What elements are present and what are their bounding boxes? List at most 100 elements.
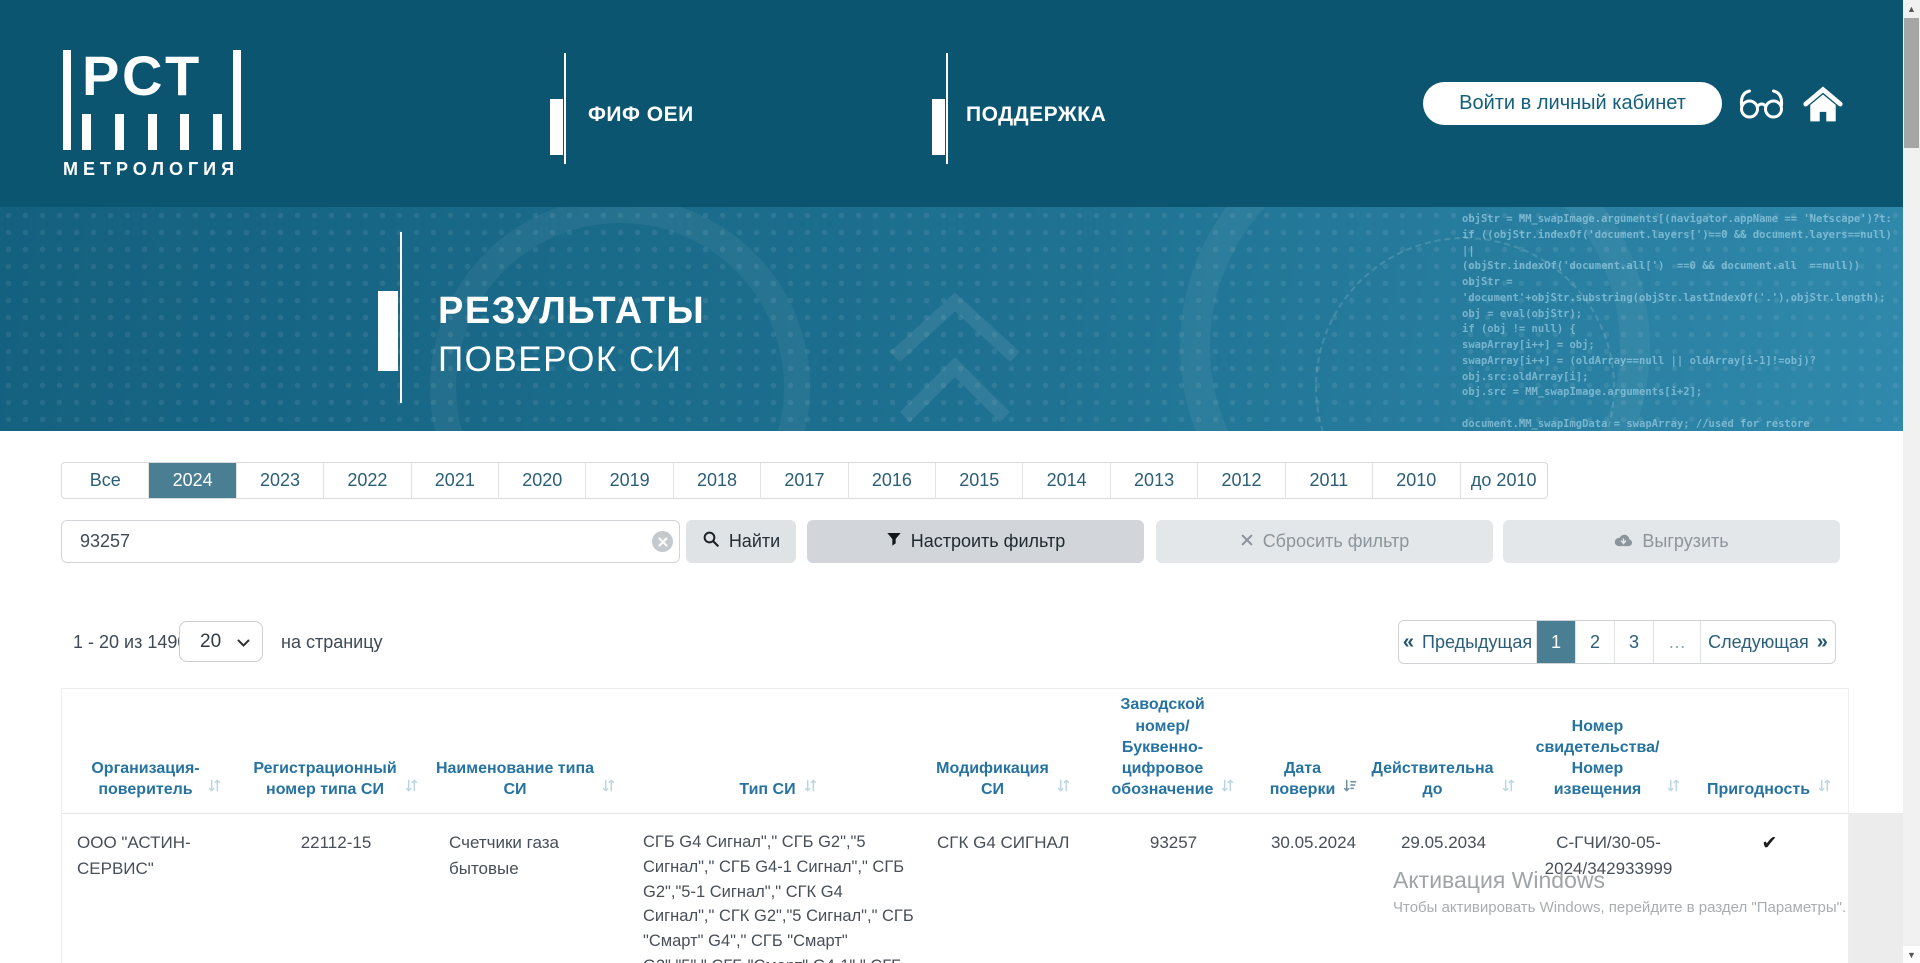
year-tab-2016[interactable]: 2016 — [849, 463, 936, 498]
reset-filter-button[interactable]: Сбросить фильтр — [1156, 520, 1493, 563]
column-header-reg-number: Регистрационный номер типа СИ — [251, 689, 421, 813]
logo-bar-right — [233, 50, 241, 150]
title-marker-line — [400, 232, 402, 403]
reset-filter-label: Сбросить фильтр — [1263, 531, 1410, 552]
double-chevron-right-icon: » — [1817, 631, 1828, 654]
funnel-icon — [886, 531, 902, 552]
year-tab-2023[interactable]: 2023 — [237, 463, 324, 498]
configure-filter-label: Настроить фильтр — [911, 531, 1066, 552]
page-title-line1: РЕЗУЛЬТАТЫ — [438, 290, 705, 333]
year-tab-2011[interactable]: 2011 — [1286, 463, 1373, 498]
export-button[interactable]: Выгрузить — [1503, 520, 1840, 563]
double-chevron-left-icon: « — [1403, 631, 1414, 654]
column-header-modification: Модификация СИ — [926, 689, 1081, 813]
results-range-text: 1 - 20 из 1490 — [73, 632, 187, 653]
logo-mark: РСТ — [63, 50, 241, 150]
scroll-down-icon[interactable]: ▼ — [1903, 946, 1920, 963]
cell-si-type: СГБ G4 Сигнал"," СГБ G2","5 Сигнал"," СГ… — [631, 814, 926, 963]
home-icon[interactable] — [1801, 85, 1845, 130]
cell-modification: СГК G4 СИГНАЛ — [926, 814, 1081, 963]
year-tab-2021[interactable]: 2021 — [412, 463, 499, 498]
year-tab-2020[interactable]: 2020 — [499, 463, 586, 498]
year-tab-2012[interactable]: 2012 — [1198, 463, 1285, 498]
login-button[interactable]: Войти в личный кабинет — [1423, 82, 1722, 125]
nav-item-fif-oei[interactable]: ФИФ ОЕИ — [588, 103, 694, 127]
page-button-2[interactable]: 2 — [1576, 621, 1615, 663]
find-button-label: Найти — [729, 531, 780, 552]
sort-descending-icon[interactable] — [1342, 778, 1357, 798]
scrollbar-thumb[interactable] — [1904, 18, 1919, 148]
year-tab-before-2010[interactable]: до 2010 — [1461, 463, 1547, 498]
sort-icon[interactable] — [207, 778, 222, 798]
year-tab-2015[interactable]: 2015 — [936, 463, 1023, 498]
sort-icon[interactable] — [1817, 778, 1832, 798]
sort-icon[interactable] — [803, 778, 818, 798]
year-tab-2010[interactable]: 2010 — [1373, 463, 1460, 498]
configure-filter-button[interactable]: Настроить фильтр — [807, 520, 1144, 563]
sort-icon[interactable] — [1666, 778, 1681, 798]
year-tabs: Все 2024 2023 2022 2021 2020 2019 2018 2… — [61, 462, 1548, 499]
accessibility-glasses-icon[interactable] — [1738, 88, 1786, 126]
cell-serial-number: 93257 — [1081, 814, 1266, 963]
column-header-si-type: Тип СИ — [631, 689, 926, 813]
next-page-label: Следующая — [1708, 632, 1809, 653]
nav-marker — [932, 99, 945, 155]
title-marker-block — [378, 291, 398, 371]
search-input[interactable] — [61, 520, 680, 563]
year-tab-all[interactable]: Все — [62, 463, 149, 498]
year-tab-2013[interactable]: 2013 — [1111, 463, 1198, 498]
column-header-suitability: Пригодность — [1691, 689, 1848, 813]
column-header-certificate-number: Номер свидетельства/ Номер извещения — [1526, 689, 1691, 813]
year-tab-2018[interactable]: 2018 — [674, 463, 761, 498]
export-label: Выгрузить — [1642, 531, 1728, 552]
cell-reg-number: 22112-15 — [251, 814, 421, 963]
hero-banner: objStr = MM_swapImage.arguments[(navigat… — [0, 207, 1920, 431]
sort-icon[interactable] — [1056, 778, 1071, 798]
page-title-line2: ПОВЕРОК СИ — [438, 340, 682, 380]
page-button-1[interactable]: 1 — [1537, 621, 1576, 663]
logo-bar-left — [63, 50, 71, 150]
decorative-code-overlay: objStr = MM_swapImage.arguments[(navigat… — [1462, 212, 1902, 431]
year-tab-2019[interactable]: 2019 — [586, 463, 673, 498]
cell-type-name: Счетчики газа бытовые — [421, 814, 631, 963]
vertical-scrollbar[interactable]: ▲ ▼ — [1903, 0, 1920, 963]
find-button[interactable]: Найти — [686, 520, 796, 563]
results-table: Организация- поверитель Регистрационный … — [61, 688, 1849, 963]
page-ellipsis: … — [1654, 621, 1701, 663]
prev-page-button[interactable]: « Предыдущая — [1399, 621, 1537, 663]
clear-search-icon[interactable] — [652, 531, 673, 552]
year-tab-2022[interactable]: 2022 — [324, 463, 411, 498]
page-size-select[interactable]: 20 — [179, 621, 263, 662]
x-icon — [1240, 531, 1254, 552]
page-size-value: 20 — [200, 631, 221, 653]
scroll-up-icon[interactable]: ▲ — [1903, 0, 1920, 17]
cell-organization: ООО "АСТИН-СЕРВИС" — [62, 814, 251, 963]
tower-watermark-icon — [870, 287, 1040, 431]
sort-icon[interactable] — [1220, 778, 1235, 798]
next-page-button[interactable]: Следующая » — [1701, 621, 1835, 663]
nav-item-support[interactable]: ПОДДЕРЖКА — [966, 103, 1106, 127]
windows-activation-watermark: Активация Windows — [1393, 867, 1605, 894]
page: РСТ МЕТРОЛОГИЯ ФИФ ОЕИ ПОДДЕРЖКА Войти в… — [0, 0, 1920, 963]
sort-icon[interactable] — [1501, 778, 1516, 798]
table-header-row: Организация- поверитель Регистрационный … — [62, 689, 1848, 813]
prev-page-label: Предыдущая — [1422, 632, 1532, 653]
column-header-valid-until: Действительна до — [1361, 689, 1526, 813]
search-icon — [702, 530, 720, 553]
year-tab-2024[interactable]: 2024 — [149, 463, 236, 498]
sort-icon[interactable] — [601, 778, 616, 798]
checkmark-icon: ✔ — [1691, 814, 1848, 963]
logo-barcode — [82, 114, 222, 150]
logo-subtext: МЕТРОЛОГИЯ — [63, 159, 241, 180]
year-tab-2017[interactable]: 2017 — [761, 463, 848, 498]
nav-divider — [946, 53, 948, 164]
cloud-download-icon — [1614, 531, 1633, 552]
page-button-3[interactable]: 3 — [1615, 621, 1654, 663]
sort-icon[interactable] — [404, 778, 419, 798]
column-header-verification-date: Дата поверки — [1266, 689, 1361, 813]
page-background-strip — [1849, 813, 1903, 963]
pager: « Предыдущая 1 2 3 … Следующая » — [1398, 620, 1836, 664]
cell-verification-date: 30.05.2024 — [1266, 814, 1361, 963]
year-tab-2014[interactable]: 2014 — [1023, 463, 1110, 498]
logo[interactable]: РСТ МЕТРОЛОГИЯ — [63, 50, 241, 180]
